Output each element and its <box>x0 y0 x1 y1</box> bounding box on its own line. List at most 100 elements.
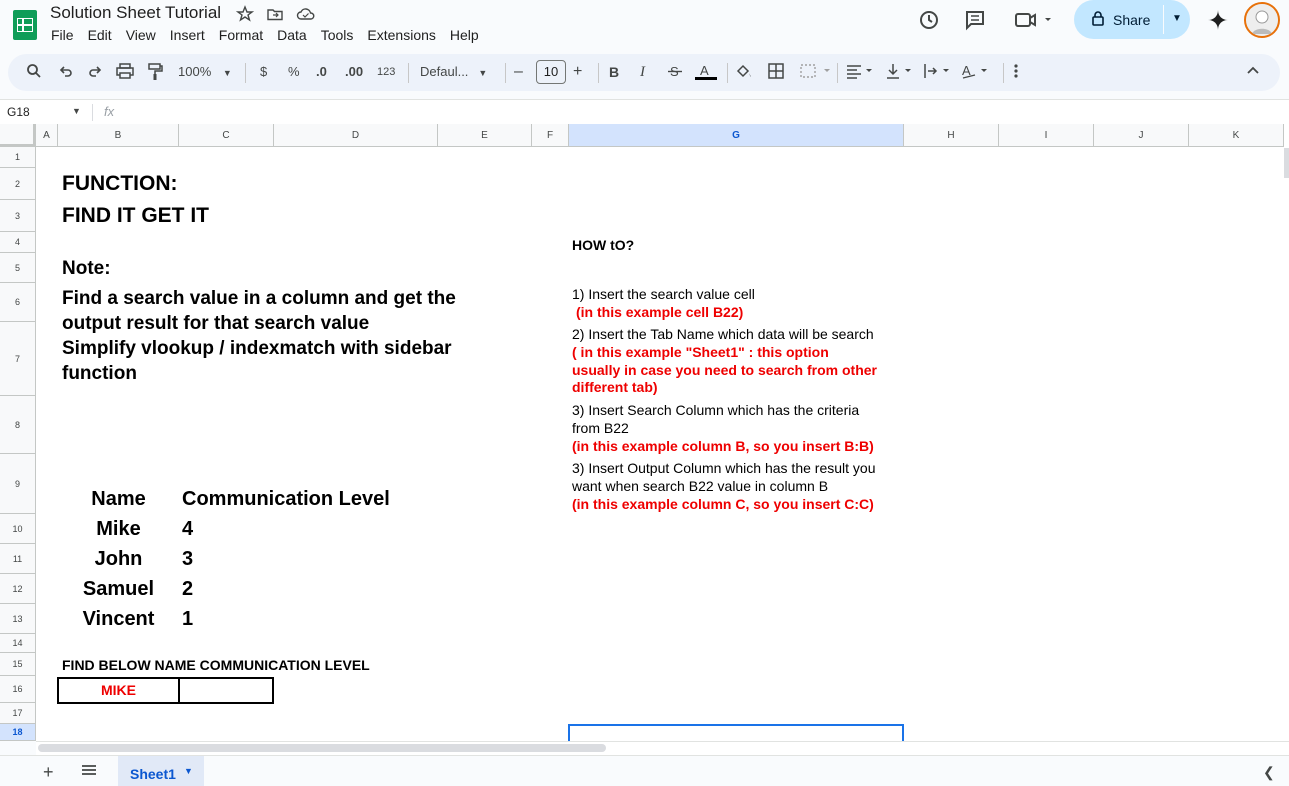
text-rotation-icon[interactable]: A <box>961 63 991 84</box>
result-cell[interactable] <box>178 677 274 704</box>
decrease-decimal-button[interactable]: .0 <box>316 63 327 81</box>
column-header-h[interactable]: H <box>904 124 999 147</box>
collapse-menus-icon[interactable] <box>1246 63 1260 82</box>
select-all-corner[interactable] <box>0 124 36 147</box>
menu-help[interactable]: Help <box>450 27 479 43</box>
avatar[interactable] <box>1244 2 1280 38</box>
more-options-icon[interactable] <box>1012 63 1020 84</box>
move-folder-icon[interactable] <box>266 5 284 23</box>
gemini-sparkle-icon[interactable] <box>1206 8 1230 32</box>
column-header-d[interactable]: D <box>274 124 438 147</box>
row-header-4[interactable]: 4 <box>0 232 36 253</box>
column-header-a[interactable]: A <box>36 124 58 147</box>
undo-icon[interactable] <box>58 63 74 84</box>
redo-icon[interactable] <box>87 63 103 84</box>
borders-icon[interactable] <box>768 63 784 84</box>
sheet-tab-sheet1[interactable]: Sheet1 ▼ <box>118 756 204 786</box>
menu-extensions[interactable]: Extensions <box>367 27 435 43</box>
column-header-k[interactable]: K <box>1189 124 1284 147</box>
strikethrough-icon[interactable]: S <box>667 63 683 84</box>
bold-button[interactable]: B <box>609 63 619 81</box>
menu-format[interactable]: Format <box>219 27 263 43</box>
menu-data[interactable]: Data <box>277 27 307 43</box>
merge-cells-icon[interactable] <box>800 63 830 84</box>
column-header-f[interactable]: F <box>532 124 569 147</box>
row-header-1[interactable]: 1 <box>0 147 36 168</box>
row-header-14[interactable]: 14 <box>0 634 36 653</box>
column-header-g[interactable]: G <box>569 124 904 147</box>
row-header-18[interactable]: 18 <box>0 724 36 741</box>
all-sheets-icon[interactable] <box>81 763 97 782</box>
row-header-3[interactable]: 3 <box>0 200 36 232</box>
column-header-j[interactable]: J <box>1094 124 1189 147</box>
row-header-11[interactable]: 11 <box>0 544 36 574</box>
vertical-scrollbar[interactable] <box>1284 148 1289 178</box>
increase-font-size-button[interactable]: + <box>573 63 582 81</box>
paint-format-icon[interactable] <box>147 63 163 86</box>
document-title[interactable]: Solution Sheet Tutorial <box>50 3 221 23</box>
menu-tools[interactable]: Tools <box>321 27 354 43</box>
howto-title: HOW tO? <box>572 237 635 253</box>
howto-step4: 3) Insert Output Column which has the re… <box>572 460 876 476</box>
row-header-12[interactable]: 12 <box>0 574 36 604</box>
row-header-5[interactable]: 5 <box>0 253 36 283</box>
horizontal-scrollbar[interactable] <box>36 741 1289 755</box>
percent-format-button[interactable]: % <box>288 63 300 81</box>
chevron-down-icon: ▼ <box>478 68 488 78</box>
cloud-status-icon[interactable] <box>296 5 315 23</box>
formula-bar: G18 ▼ fx <box>0 99 1289 124</box>
vertical-align-icon[interactable] <box>885 63 915 84</box>
column-header-c[interactable]: C <box>179 124 274 147</box>
row-header-7[interactable]: 7 <box>0 322 36 396</box>
row-header-8[interactable]: 8 <box>0 396 36 454</box>
horizontal-scroll-thumb[interactable] <box>38 744 606 752</box>
row-header-16[interactable]: 16 <box>0 676 36 703</box>
sheet-grid[interactable]: A B C D E F G H I J K 1 2 3 4 5 6 7 8 9 … <box>0 124 1289 741</box>
currency-format-button[interactable]: $ <box>260 63 267 81</box>
collapse-side-panel-icon[interactable]: ❮ <box>1263 764 1275 781</box>
horizontal-align-icon[interactable] <box>846 63 876 84</box>
search-menus-icon[interactable] <box>26 63 42 84</box>
print-icon[interactable] <box>116 63 134 84</box>
decrease-font-size-button[interactable]: – <box>514 63 523 81</box>
italic-button[interactable]: I <box>640 63 645 81</box>
menu-file[interactable]: File <box>51 27 74 43</box>
menu-insert[interactable]: Insert <box>170 27 205 43</box>
zoom-select[interactable]: 100% ▼ <box>178 63 232 82</box>
sheets-logo-icon[interactable] <box>13 10 37 40</box>
row-header-10[interactable]: 10 <box>0 514 36 544</box>
row-header-6[interactable]: 6 <box>0 283 36 322</box>
meet-icon[interactable] <box>1014 8 1056 32</box>
howto-step2: 2) Insert the Tab Name which data will b… <box>572 326 874 342</box>
chevron-down-icon[interactable]: ▼ <box>1172 13 1182 24</box>
text-color-icon[interactable]: A <box>695 63 717 86</box>
row-header-2[interactable]: 2 <box>0 168 36 200</box>
comments-icon[interactable] <box>963 8 987 32</box>
column-header-b[interactable]: B <box>58 124 179 147</box>
row-header-9[interactable]: 9 <box>0 454 36 514</box>
menu-view[interactable]: View <box>126 27 156 43</box>
font-size-input[interactable]: 10 <box>536 60 566 84</box>
row-header-15[interactable]: 15 <box>0 653 36 676</box>
chevron-down-icon[interactable]: ▼ <box>184 766 193 776</box>
row-header-13[interactable]: 13 <box>0 604 36 634</box>
fill-color-icon[interactable] <box>735 63 753 86</box>
font-select[interactable]: Defaul... ▼ <box>420 63 487 82</box>
add-sheet-icon[interactable]: + <box>43 762 54 783</box>
howto-step2-example-2: usually in case you need to search from … <box>572 362 877 378</box>
share-button[interactable]: Share ▼ <box>1074 0 1190 39</box>
text-wrapping-icon[interactable] <box>923 63 953 84</box>
increase-decimal-button[interactable]: .00 <box>345 63 363 81</box>
zoom-value: 100% <box>178 64 212 79</box>
star-icon[interactable] <box>235 5 255 23</box>
column-header-i[interactable]: I <box>999 124 1094 147</box>
name-box[interactable]: G18 <box>7 105 30 119</box>
version-history-icon[interactable] <box>917 8 941 32</box>
menu-edit[interactable]: Edit <box>88 27 112 43</box>
chevron-down-icon[interactable]: ▼ <box>72 106 81 116</box>
column-header-e[interactable]: E <box>438 124 532 147</box>
table-cell-level: 3 <box>182 548 194 570</box>
more-formats-button[interactable]: 123 <box>377 63 395 81</box>
selected-cell-g18[interactable] <box>568 724 904 741</box>
row-header-17[interactable]: 17 <box>0 703 36 724</box>
